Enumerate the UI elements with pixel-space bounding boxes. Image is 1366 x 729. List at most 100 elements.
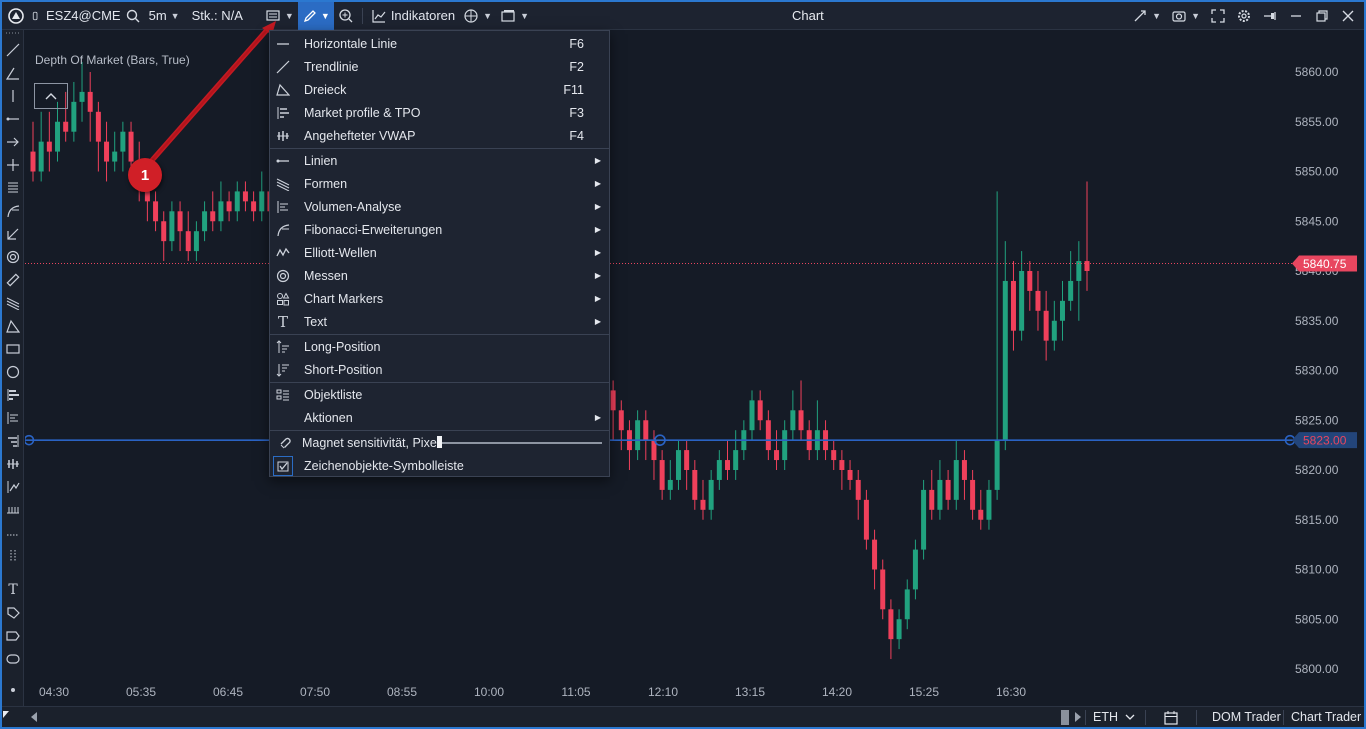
magnet-slider-track[interactable] xyxy=(438,442,602,444)
parallel-lines-icon[interactable] xyxy=(5,180,21,196)
callout-icon[interactable] xyxy=(5,628,21,644)
fibonacci-icon[interactable] xyxy=(5,203,21,219)
fullscreen-icon[interactable] xyxy=(1210,8,1226,24)
magnet-slider-thumb[interactable] xyxy=(437,436,442,448)
chart-trader-button[interactable]: Chart Trader xyxy=(1291,707,1361,728)
price-chart[interactable]: 5860.005855.005850.005845.005840.005835.… xyxy=(25,31,1364,706)
menu-item-lines[interactable]: Linien ▶ xyxy=(270,149,609,172)
link-arrows-icon[interactable] xyxy=(1132,8,1148,24)
drawing-tools-menu: Horizontale Linie F6 Trendlinie F2 Dreie… xyxy=(269,30,610,477)
menu-item-object-list[interactable]: Objektliste xyxy=(270,383,609,406)
dot-icon[interactable] xyxy=(5,682,21,698)
chart-area[interactable]: 5860.005855.005850.005845.005840.005835.… xyxy=(25,31,1364,706)
gear-icon[interactable] xyxy=(1236,8,1252,24)
collapse-button[interactable] xyxy=(34,83,68,109)
menu-item-elliott-waves[interactable]: Elliott-Wellen ▶ xyxy=(270,241,609,264)
close-icon[interactable] xyxy=(1340,8,1356,24)
tag-icon[interactable] xyxy=(5,605,21,621)
indicators-button[interactable]: Indikatoren xyxy=(367,2,459,30)
menu-item-volume-analysis[interactable]: Volumen-Analyse ▶ xyxy=(270,195,609,218)
menu-item-anchored-vwap[interactable]: Angehefteter VWAP F4 xyxy=(270,124,609,147)
menu-item-chart-markers[interactable]: Chart Markers ▶ xyxy=(270,287,609,310)
submenu-arrow-icon: ▶ xyxy=(594,156,601,165)
label-icon[interactable] xyxy=(5,651,21,667)
trade-settings-button[interactable]: ▼ xyxy=(261,2,298,30)
zoom-button[interactable] xyxy=(334,2,358,30)
scroll-left-icon[interactable] xyxy=(30,712,38,722)
candle-body xyxy=(643,420,649,441)
menu-item-actions[interactable]: Aktionen ▶ xyxy=(270,406,609,429)
menu-item-label: Horizontale Linie xyxy=(304,36,398,51)
candle-body xyxy=(1059,300,1065,321)
menu-item-horizontal-line[interactable]: Horizontale Linie F6 xyxy=(270,32,609,55)
arrow-right-icon[interactable] xyxy=(5,134,21,150)
market-profile-icon[interactable] xyxy=(5,410,21,426)
symbol-selector[interactable]: ESZ4@CME xyxy=(28,2,145,30)
candle-body xyxy=(921,489,927,550)
chevron-down-icon[interactable]: ▼ xyxy=(1191,11,1200,21)
time-tick-label: 06:45 xyxy=(213,685,243,699)
ticks-icon[interactable] xyxy=(5,502,21,518)
projection-icon[interactable] xyxy=(5,479,21,495)
pitchfork-icon[interactable] xyxy=(5,226,21,242)
grip-dots-icon[interactable] xyxy=(5,30,21,36)
candle-body xyxy=(978,509,984,520)
dotted-row-icon[interactable] xyxy=(5,527,21,543)
time-tick-label: 07:50 xyxy=(300,685,330,699)
template-button[interactable]: ▼ xyxy=(496,2,533,30)
spiral-icon[interactable] xyxy=(5,249,21,265)
chevron-down-icon[interactable]: ▼ xyxy=(1152,11,1161,21)
menu-item-measure[interactable]: Messen ▶ xyxy=(270,264,609,287)
candle-body xyxy=(716,460,722,480)
app-logo[interactable] xyxy=(2,2,28,30)
bottom-divider xyxy=(1145,710,1146,725)
candle-body xyxy=(757,400,763,421)
hatch-icon[interactable] xyxy=(5,295,21,311)
indicator-chart-icon xyxy=(372,9,386,23)
menu-item-text[interactable]: T Text ▶ xyxy=(270,310,609,333)
candle-body xyxy=(774,450,780,461)
vwap-icon[interactable] xyxy=(5,456,21,472)
camera-icon[interactable] xyxy=(1171,8,1187,24)
candle-body xyxy=(218,201,224,222)
volume-profile-icon[interactable] xyxy=(5,387,21,403)
quantity-display[interactable]: Stk.: N/A xyxy=(188,2,247,30)
drawing-tools-button[interactable]: ▼ xyxy=(297,1,334,30)
shortcut-key: F11 xyxy=(563,82,584,97)
dotted-column-icon[interactable] xyxy=(5,548,21,564)
menu-item-triangle[interactable]: Dreieck F11 xyxy=(270,78,609,101)
calendar-icon[interactable] xyxy=(1163,710,1179,725)
dom-trader-button[interactable]: DOM Trader xyxy=(1212,707,1281,728)
trendline-icon[interactable] xyxy=(5,42,21,58)
triangle-icon xyxy=(275,82,291,98)
last-price-label: 5840.75 xyxy=(1303,257,1347,271)
scroll-right-icon[interactable] xyxy=(1074,712,1082,722)
search-icon[interactable] xyxy=(125,8,141,24)
restore-icon[interactable] xyxy=(1314,8,1330,24)
menu-item-short-position[interactable]: Short-Position xyxy=(270,358,609,381)
rectangle-icon[interactable] xyxy=(5,341,21,357)
menu-item-market-profile[interactable]: Market profile & TPO F3 xyxy=(270,101,609,124)
minimize-icon[interactable] xyxy=(1288,8,1304,24)
submenu-arrow-icon: ▶ xyxy=(594,248,601,257)
triangle-icon[interactable] xyxy=(5,318,21,334)
cross-line-icon[interactable] xyxy=(5,157,21,173)
ruler-icon[interactable] xyxy=(5,272,21,288)
text-tool-icon[interactable]: T xyxy=(5,582,21,598)
crosshair-button[interactable]: ▼ xyxy=(459,2,496,30)
menu-item-shapes[interactable]: Formen ▶ xyxy=(270,172,609,195)
scrollbar-thumb[interactable] xyxy=(1061,710,1069,725)
horizontal-ray-icon[interactable] xyxy=(5,111,21,127)
menu-item-long-position[interactable]: Long-Position xyxy=(270,335,609,358)
text-icon: T xyxy=(277,312,288,331)
menu-item-trendline[interactable]: Trendlinie F2 xyxy=(270,55,609,78)
vertical-line-icon[interactable] xyxy=(5,88,21,104)
pin-icon[interactable] xyxy=(1262,8,1278,24)
menu-item-fibonacci[interactable]: Fibonacci-Erweiterungen ▶ xyxy=(270,218,609,241)
circle-icon[interactable] xyxy=(5,364,21,380)
session-selector[interactable]: ETH xyxy=(1093,707,1135,728)
menu-item-drawing-toolbar[interactable]: Zeichenobjekte-Symbolleiste xyxy=(270,454,609,477)
angle-icon[interactable] xyxy=(5,65,21,81)
timeframe-selector[interactable]: 5m ▼ xyxy=(145,2,184,30)
anchored-volume-icon[interactable] xyxy=(5,433,21,449)
